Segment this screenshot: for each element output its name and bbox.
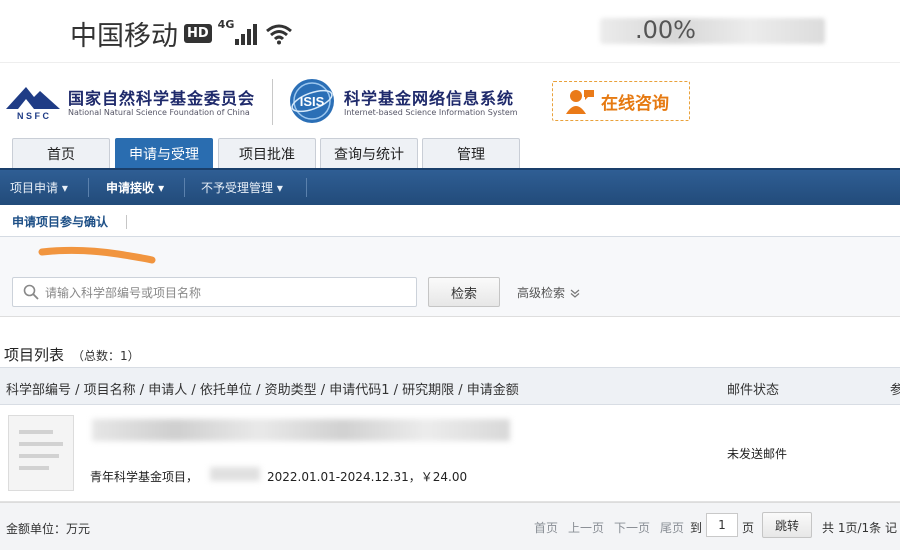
tab-home[interactable]: 首页 [12,138,110,168]
search-placeholder: 请输入科学部编号或项目名称 [45,285,202,300]
tab-query-statistics[interactable]: 查询与统计 [320,138,418,168]
nsfc-english-name: National Natural Science Foundation of C… [68,108,250,117]
consult-person-icon [566,90,594,114]
carrier-info: 中国移动 HD 4G [70,14,293,53]
battery-percent: .00% [635,16,696,44]
pager-next[interactable]: 下一页 [614,519,650,536]
nsfc-name: 国家自然科学基金委员会 [68,89,256,108]
pagination: 首页 上一页 下一页 尾页 [534,519,684,536]
nsfc-logo-icon: N S F C [6,87,60,121]
subnav-application-receive[interactable]: 申请接收 ▾ [106,170,164,205]
wifi-icon [266,24,293,44]
signal-icon [235,23,258,45]
amount-unit: 金额单位：万元 [6,522,91,536]
goto-label: 到 [690,521,703,535]
online-consult-label: 在线咨询 [601,93,669,114]
row-mail-status: 未发送邮件 [727,447,788,461]
tab-manage[interactable]: 管理 [422,138,520,168]
row-funding-type: 青年科学基金项目， [90,470,199,484]
list-header: 科学部编号 / 项目名称 / 申请人 / 依托单位 / 资助类型 / 申请代码1… [0,367,900,405]
blurred-project-info [210,467,260,481]
blurred-project-info [92,419,510,441]
list-total-count: （总数：1） [72,349,140,363]
subnav-project-application[interactable]: 项目申请 ▾ [10,170,68,205]
chevron-down-icon [570,289,580,298]
page-unit-label: 页 [742,521,755,535]
search-input[interactable]: 请输入科学部编号或项目名称 [12,277,417,307]
blurred-status-area [600,18,825,44]
isis-english-name: Internet-based Science Information Syste… [344,108,518,117]
tab-project-approval[interactable]: 项目批准 [218,138,316,168]
carrier-name: 中国移动 [70,21,178,52]
isis-name: 科学基金网络信息系统 [344,89,515,108]
hd-badge: HD [184,24,212,43]
list-footer: 金额单位：万元 首页 上一页 下一页 尾页 到 1 页 跳转 共 1页/1条 记 [0,502,900,550]
subnav-separator [184,178,185,197]
breadcrumb-bar: 申请项目参与确认 [0,205,900,237]
pager-first[interactable]: 首页 [534,519,558,536]
header-divider [272,79,273,125]
site-header: N S F C 国家自然科学基金委员会 National Natural Sci… [0,62,900,140]
search-icon [23,284,39,300]
document-icon [8,415,74,491]
breadcrumb-separator [126,215,127,229]
svg-text:ISIS: ISIS [300,94,325,109]
pager-last[interactable]: 尾页 [660,519,684,536]
jump-button[interactable]: 跳转 [762,512,812,538]
project-list-title: 项目列表 （总数：1） [4,344,140,365]
main-tabs: 首页 申请与受理 项目批准 查询与统计 管理 [0,138,900,168]
sub-nav: 项目申请 ▾ 申请接收 ▾ 不予受理管理 ▾ [0,168,900,205]
column-header-main: 科学部编号 / 项目名称 / 申请人 / 依托单位 / 资助类型 / 申请代码1… [6,383,519,398]
subnav-separator [306,178,307,197]
page-number-input[interactable]: 1 [706,513,738,537]
pager-prev[interactable]: 上一页 [568,519,604,536]
orange-scribble-mark [38,246,156,264]
isis-logo-icon: ISIS [290,79,334,123]
network-type: 4G [217,18,235,31]
search-button[interactable]: 检索 [428,277,500,307]
svg-text:N S F C: N S F C [17,111,50,121]
status-bar: 中国移动 HD 4G .00% [0,0,900,62]
column-header-mail-status: 邮件状态 [727,383,780,398]
column-header-truncated: 参 [890,383,900,398]
online-consult-button[interactable]: 在线咨询 [552,81,690,121]
breadcrumb-current[interactable]: 申请项目参与确认 [12,213,108,232]
subnav-rejection-management[interactable]: 不予受理管理 ▾ [201,170,283,205]
advanced-search-label: 高级检索 [517,286,566,300]
table-row[interactable]: 青年科学基金项目， 2022.01.01-2024.12.31，￥24.00 未… [0,405,900,502]
tab-apply-accept[interactable]: 申请与受理 [115,138,213,168]
row-period-amount: 2022.01.01-2024.12.31，￥24.00 [267,470,468,484]
advanced-search-link[interactable]: 高级检索 [517,284,581,301]
list-title-text: 项目列表 [4,346,65,364]
subnav-separator [88,178,89,197]
page-summary: 共 1页/1条 记 [822,521,897,535]
